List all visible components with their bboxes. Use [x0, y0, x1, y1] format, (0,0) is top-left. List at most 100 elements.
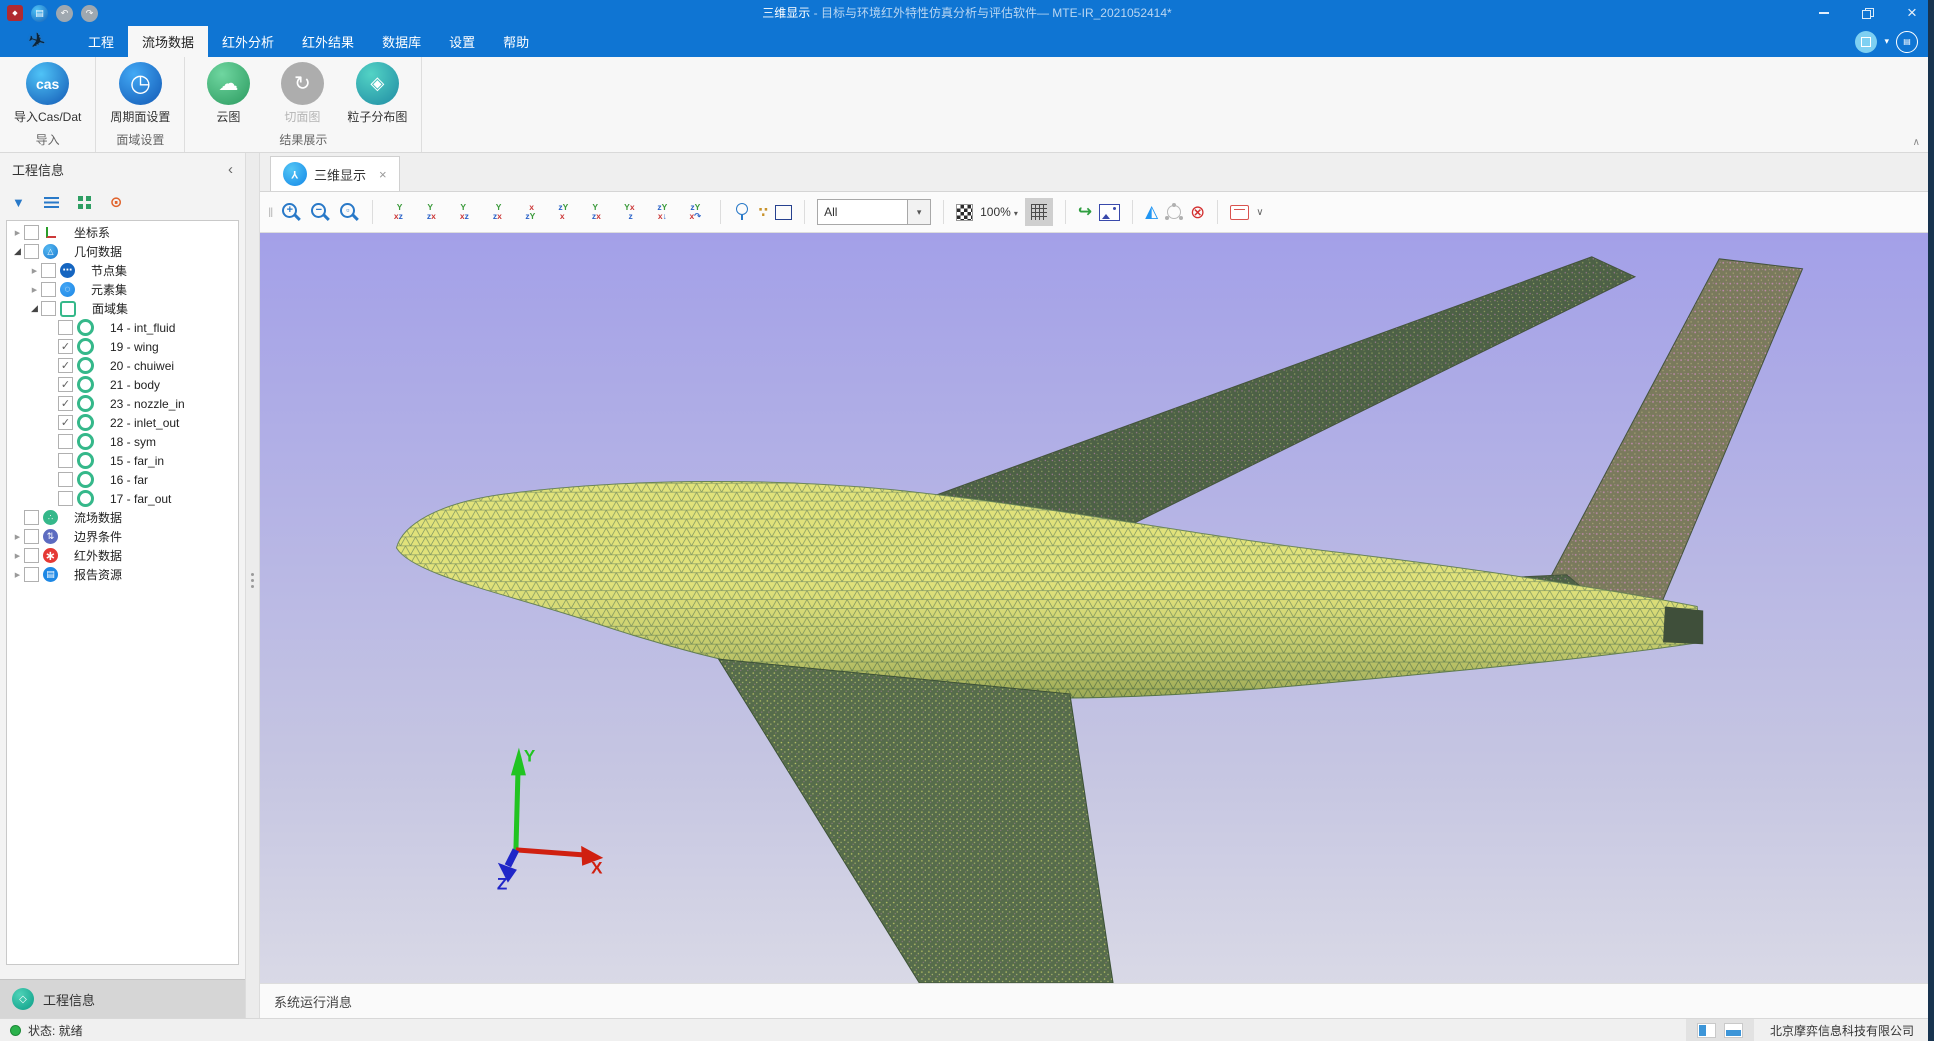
grid-toggle-button[interactable] [1025, 198, 1053, 226]
redo-icon[interactable] [81, 5, 98, 22]
package-icon[interactable] [1230, 205, 1249, 220]
view-front[interactable]: Y xz [385, 203, 411, 221]
expand-arrow-icon[interactable] [28, 286, 41, 294]
particle-distribution-button[interactable]: 粒子分布图 [341, 62, 413, 125]
box-select-icon[interactable] [775, 205, 792, 220]
chevron-down-icon[interactable] [1884, 36, 1889, 47]
checker-pattern-icon[interactable] [956, 204, 973, 221]
tree-item[interactable]: 报告资源 [7, 565, 238, 584]
contour-plot-button[interactable]: 云图 [193, 62, 263, 125]
chevron-down-icon[interactable] [1256, 207, 1263, 218]
tree-item[interactable]: 14 - int_fluid [7, 318, 238, 337]
minimize-button[interactable] [1802, 0, 1846, 26]
tree-item-checkbox[interactable] [58, 320, 73, 335]
tree-item[interactable]: 坐标系 [7, 223, 238, 242]
view-iso-rear[interactable]: Yx z [616, 203, 642, 221]
tree-item-checkbox[interactable] [24, 548, 39, 563]
zoom-in-button[interactable] [280, 201, 302, 223]
splitter-handle[interactable] [251, 573, 254, 588]
periodic-face-settings-button[interactable]: 周期面设置 [104, 62, 176, 125]
tree-item-checkbox[interactable] [24, 244, 39, 259]
tree-item-checkbox[interactable] [24, 510, 39, 525]
tree-item-checkbox[interactable] [24, 529, 39, 544]
save-icon[interactable] [31, 5, 48, 22]
layout-split-left-icon[interactable] [1698, 1024, 1715, 1037]
tree-item-checkbox[interactable] [58, 396, 73, 411]
filter-icon[interactable] [12, 195, 25, 210]
grid-icon[interactable] [78, 196, 91, 209]
tree-item-checkbox[interactable] [58, 491, 73, 506]
mirror-icon[interactable] [1145, 202, 1158, 222]
layout-split-bottom-icon[interactable] [1725, 1024, 1742, 1037]
probe-icon[interactable] [733, 202, 751, 222]
tree-item-checkbox[interactable] [24, 567, 39, 582]
expand-arrow-icon[interactable] [28, 303, 41, 314]
menu-item[interactable]: 数据库 [368, 26, 435, 57]
tree-item[interactable]: 流场数据 [7, 508, 238, 527]
tree-item[interactable]: 15 - far_in [7, 451, 238, 470]
tree-item[interactable]: 边界条件 [7, 527, 238, 546]
view-iso[interactable]: Y zx [583, 203, 609, 221]
tree-item-checkbox[interactable] [58, 453, 73, 468]
panel-bottom-tab[interactable]: 工程信息 [0, 979, 245, 1018]
tree-item[interactable]: 面域集 [7, 299, 238, 318]
menu-item[interactable]: 工程 [74, 26, 128, 57]
collapse-ribbon-icon[interactable] [1913, 137, 1920, 148]
tree-item[interactable]: 元素集 [7, 280, 238, 299]
undo-icon[interactable] [56, 5, 73, 22]
view-bottom[interactable]: zY x [550, 203, 576, 221]
expand-arrow-icon[interactable] [11, 246, 24, 257]
target-icon[interactable] [110, 193, 123, 211]
view-left[interactable]: Y xz [451, 203, 477, 221]
snapshot-icon[interactable] [1099, 204, 1120, 221]
view-top[interactable]: x zY [517, 203, 543, 221]
zoom-level-control[interactable]: 100% [980, 205, 1018, 219]
expand-arrow-icon[interactable] [11, 533, 24, 541]
import-cas-dat-button[interactable]: 导入Cas/Dat [8, 62, 87, 125]
tree-item[interactable]: 16 - far [7, 470, 238, 489]
tab-3d-display[interactable]: 三维显示 [270, 156, 400, 191]
tree-item-checkbox[interactable] [41, 263, 56, 278]
tab-close-icon[interactable] [379, 167, 387, 182]
tree-item-checkbox[interactable] [58, 377, 73, 392]
tree-item-checkbox[interactable] [24, 225, 39, 240]
style-toggle-icon[interactable] [1855, 31, 1877, 53]
expand-arrow-icon[interactable] [28, 267, 41, 275]
view-back[interactable]: Y zx [418, 203, 444, 221]
tree-item[interactable]: 21 - body [7, 375, 238, 394]
delete-icon[interactable] [1190, 202, 1205, 223]
atom-icon[interactable] [1165, 203, 1183, 221]
tree-item-checkbox[interactable] [58, 415, 73, 430]
scatter-icon[interactable] [758, 204, 768, 221]
zoom-out-button[interactable] [309, 201, 331, 223]
tree-item[interactable]: 几何数据 [7, 242, 238, 261]
expand-arrow-icon[interactable] [11, 571, 24, 579]
view-rotate-down[interactable]: zY x↓ [649, 203, 675, 221]
view-right[interactable]: Y zx [484, 203, 510, 221]
menu-item[interactable]: 设置 [435, 26, 489, 57]
section-plot-button[interactable]: 切面图 [267, 62, 337, 125]
restore-button[interactable] [1846, 0, 1890, 26]
menu-item[interactable]: 流场数据 [128, 26, 208, 57]
collapse-panel-button[interactable] [228, 161, 233, 178]
menu-item[interactable]: 红外分析 [208, 26, 288, 57]
tree-item[interactable]: 节点集 [7, 261, 238, 280]
menu-item[interactable]: 红外结果 [288, 26, 368, 57]
display-filter-dropdown[interactable]: All [817, 199, 931, 225]
tree-item[interactable]: 19 - wing [7, 337, 238, 356]
tree-item[interactable]: 23 - nozzle_in [7, 394, 238, 413]
zoom-fit-button[interactable] [338, 201, 360, 223]
tree-item[interactable]: 17 - far_out [7, 489, 238, 508]
view-rotate-free[interactable]: zY x↷ [682, 203, 708, 221]
tree-item[interactable]: 红外数据 [7, 546, 238, 565]
chevron-down-icon[interactable] [907, 200, 930, 224]
drag-handle[interactable] [268, 205, 273, 220]
list-icon[interactable] [44, 197, 59, 208]
expand-arrow-icon[interactable] [11, 552, 24, 560]
tree-item-checkbox[interactable] [41, 282, 56, 297]
save-layout-icon[interactable] [1896, 31, 1918, 53]
expand-arrow-icon[interactable] [11, 229, 24, 237]
tree-item-checkbox[interactable] [58, 472, 73, 487]
panel-splitter[interactable] [246, 153, 260, 1018]
export-arrow-icon[interactable] [1078, 202, 1092, 222]
